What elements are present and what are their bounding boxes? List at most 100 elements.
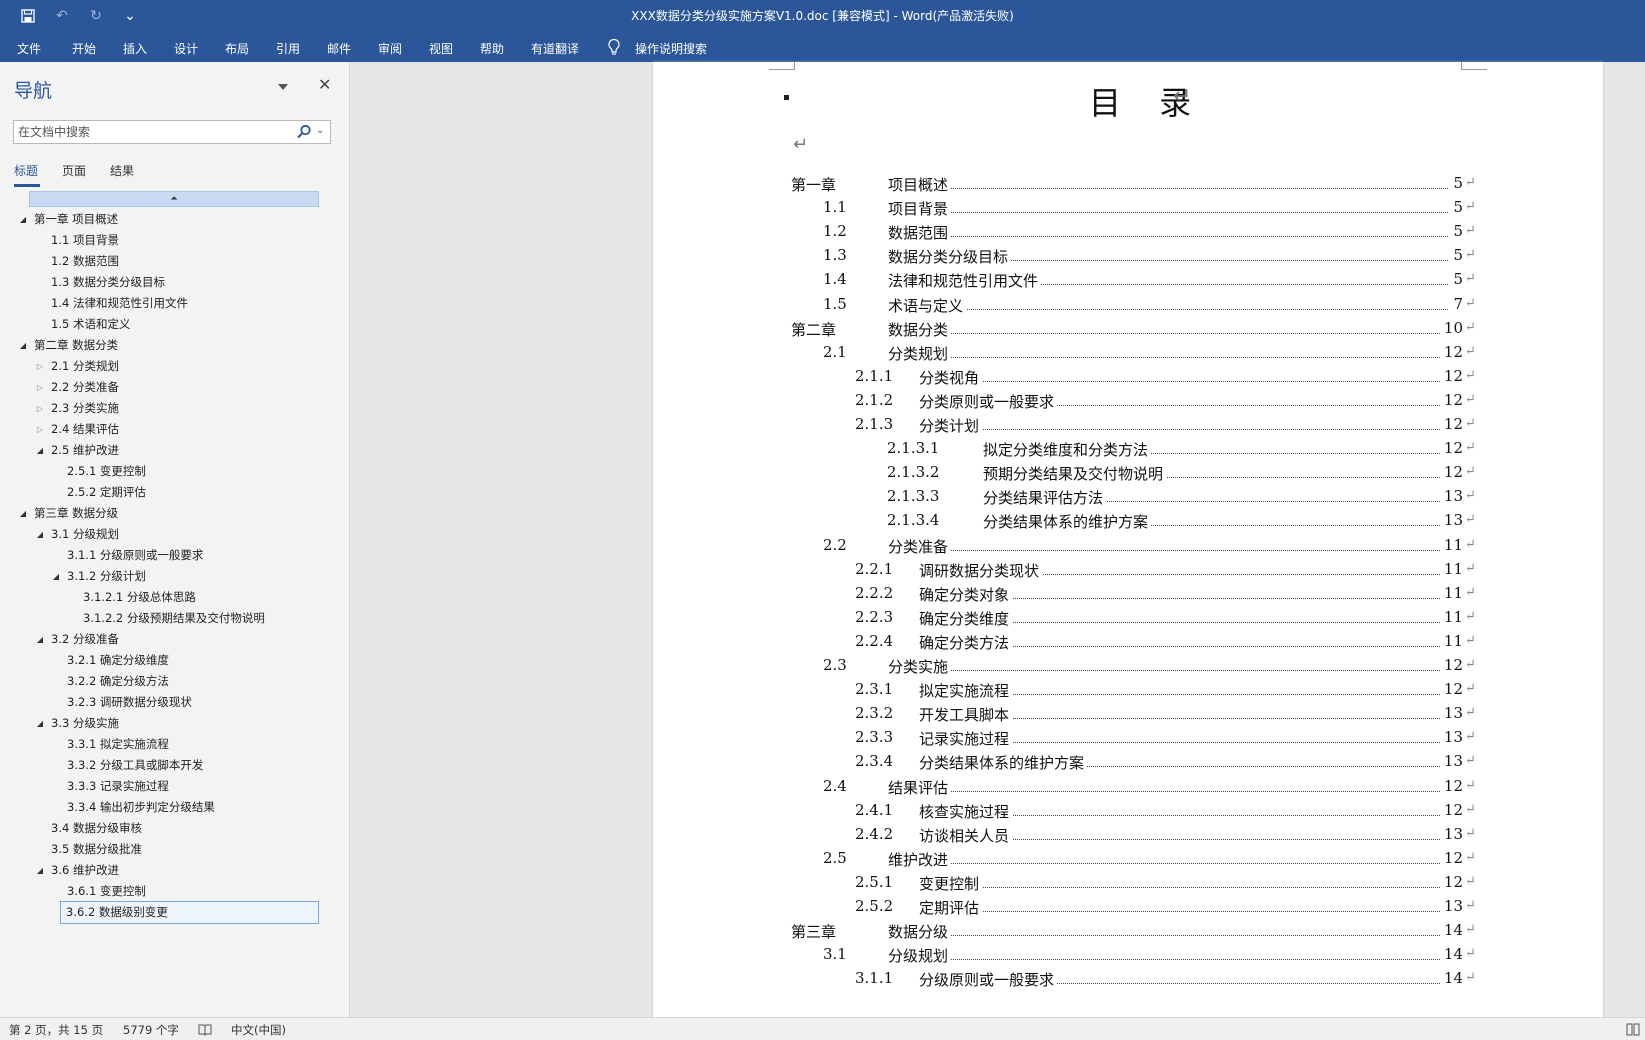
read-mode-icon[interactable]: [1626, 1023, 1640, 1036]
toc-entry[interactable]: 2.1.2 分类原则或一般要求 12 ↵: [653, 389, 1603, 414]
toc-entry[interactable]: 2.3 分类实施 12 ↵: [653, 654, 1603, 679]
toc-entry[interactable]: 3.1.1 分级原则或一般要求 14 ↵: [653, 967, 1603, 992]
nav-heading-item[interactable]: 3.3.4 输出初步判定分级结果: [0, 797, 350, 818]
nav-heading-item[interactable]: 3.6.1 变更控制: [0, 881, 350, 902]
close-icon[interactable]: ✕: [318, 75, 331, 94]
toc-entry[interactable]: 2.4 结果评估 12 ↵: [653, 775, 1603, 800]
toc-entry[interactable]: 第三章 数据分级 14 ↵: [653, 919, 1603, 944]
nav-heading-item[interactable]: ◢ 3.1 分级规划: [0, 524, 350, 545]
toc-entry[interactable]: 2.2.2 确定分类对象 11 ↵: [653, 582, 1603, 607]
nav-tab-headings[interactable]: 标题: [14, 162, 38, 179]
nav-heading-item[interactable]: 2.5.1 变更控制: [0, 461, 350, 482]
toc-entry[interactable]: 2.1.3.1 拟定分类维度和分类方法 12 ↵: [653, 437, 1603, 462]
nav-heading-item[interactable]: ◢ 3.6 维护改进: [0, 860, 350, 881]
toc-entry[interactable]: 2.1.3.3 分类结果评估方法 13 ↵: [653, 485, 1603, 510]
nav-heading-item[interactable]: 3.2.3 调研数据分级现状: [0, 692, 350, 713]
nav-heading-item[interactable]: ◢ 3.3 分级实施: [0, 713, 350, 734]
nav-heading-item[interactable]: 1.3 数据分类分级目标: [0, 272, 350, 293]
nav-heading-item[interactable]: ▷ 2.1 分类规划: [0, 356, 350, 377]
toc-entry[interactable]: 1.5 术语与定义 7 ↵: [653, 293, 1603, 318]
toc-entry[interactable]: 3.1 分级规划 14 ↵: [653, 943, 1603, 968]
tell-me-search[interactable]: 操作说明搜索: [635, 40, 707, 57]
expand-heading-icon[interactable]: ▷: [35, 419, 45, 440]
nav-tab-pages[interactable]: 页面: [62, 162, 86, 179]
toc-entry[interactable]: 2.5.1 变更控制 12 ↵: [653, 871, 1603, 896]
expand-heading-icon[interactable]: ▷: [35, 377, 45, 398]
document-area[interactable]: 目 录 ↵ ↵ 第一章 项目概述 5 ↵ 1.1 项目背景 5 ↵ 1.2 数据范围 5 ↵ 1.3 数据…: [351, 62, 1645, 1017]
toc-entry[interactable]: 2.2.1 调研数据分类现状 11 ↵: [653, 558, 1603, 583]
tab-home[interactable]: 开始: [72, 40, 96, 57]
collapse-heading-icon[interactable]: ◢: [18, 335, 28, 356]
nav-heading-item[interactable]: ◢ 3.2 分级准备: [0, 629, 350, 650]
proofing-icon[interactable]: [198, 1023, 212, 1036]
toc-entry[interactable]: 1.2 数据范围 5 ↵: [653, 220, 1603, 245]
nav-heading-item[interactable]: ◢ 第一章 项目概述: [0, 209, 350, 230]
toc-entry[interactable]: 2.3.4 分类结果体系的维护方案 13 ↵: [653, 750, 1603, 775]
collapse-heading-icon[interactable]: ◢: [18, 503, 28, 524]
nav-heading-item[interactable]: ▷ 2.3 分类实施: [0, 398, 350, 419]
toc-entry[interactable]: 第二章 数据分类 10 ↵: [653, 317, 1603, 342]
page-count[interactable]: 第 2 页，共 15 页: [9, 1022, 103, 1038]
nav-heading-item[interactable]: 3.1.1 分级原则或一般要求: [0, 545, 350, 566]
nav-heading-item[interactable]: ◢ 3.1.2 分级计划: [0, 566, 350, 587]
toc-entry[interactable]: 2.2.3 确定分类维度 11 ↵: [653, 606, 1603, 631]
toc-entry[interactable]: 2.4.2 访谈相关人员 13 ↵: [653, 823, 1603, 848]
search-icon[interactable]: [296, 124, 312, 140]
tab-layout[interactable]: 布局: [225, 40, 249, 57]
nav-heading-item[interactable]: 3.3.2 分级工具或脚本开发: [0, 755, 350, 776]
tab-review[interactable]: 审阅: [378, 40, 402, 57]
nav-heading-item[interactable]: 3.2.2 确定分级方法: [0, 671, 350, 692]
expand-heading-icon[interactable]: ▷: [35, 398, 45, 419]
toc-entry[interactable]: 2.5 维护改进 12 ↵: [653, 847, 1603, 872]
collapse-heading-icon[interactable]: ◢: [35, 524, 45, 545]
language-indicator[interactable]: 中文(中国): [231, 1022, 286, 1038]
nav-options-dropdown-icon[interactable]: [278, 84, 288, 90]
tab-youdao-translate[interactable]: 有道翻译: [531, 40, 579, 57]
nav-heading-item[interactable]: 3.5 数据分级批准: [0, 839, 350, 860]
tab-design[interactable]: 设计: [174, 40, 198, 57]
nav-heading-item[interactable]: ◢ 2.5 维护改进: [0, 440, 350, 461]
nav-heading-item[interactable]: 3.3.1 拟定实施流程: [0, 734, 350, 755]
toc-entry[interactable]: 2.1.1 分类视角 12 ↵: [653, 365, 1603, 390]
tab-help[interactable]: 帮助: [480, 40, 504, 57]
nav-heading-item[interactable]: ▷ 2.4 结果评估: [0, 419, 350, 440]
nav-heading-item[interactable]: 1.5 术语和定义: [0, 314, 350, 335]
tab-references[interactable]: 引用: [276, 40, 300, 57]
collapse-heading-icon[interactable]: ◢: [18, 209, 28, 230]
chevron-down-icon[interactable]: ⌄: [316, 125, 324, 136]
toc-entry[interactable]: 2.4.1 核查实施过程 12 ↵: [653, 799, 1603, 824]
toc-entry[interactable]: 2.5.2 定期评估 13 ↵: [653, 895, 1603, 920]
nav-heading-item[interactable]: ◢ 第二章 数据分类: [0, 335, 350, 356]
toc-entry[interactable]: 2.1.3.4 分类结果体系的维护方案 13 ↵: [653, 509, 1603, 534]
toc-entry[interactable]: 2.3.2 开发工具脚本 13 ↵: [653, 702, 1603, 727]
nav-search-input[interactable]: [14, 121, 284, 143]
nav-heading-item[interactable]: 2.5.2 定期评估: [0, 482, 350, 503]
tab-mailings[interactable]: 邮件: [327, 40, 351, 57]
toc-entry[interactable]: 1.1 项目背景 5 ↵: [653, 196, 1603, 221]
collapse-all-button[interactable]: ⏶: [29, 191, 319, 207]
toc-entry[interactable]: 2.1.3.2 预期分类结果及交付物说明 12 ↵: [653, 461, 1603, 486]
collapse-heading-icon[interactable]: ◢: [35, 713, 45, 734]
nav-heading-item[interactable]: 3.1.2.2 分级预期结果及交付物说明: [0, 608, 350, 629]
toc-entry[interactable]: 2.2.4 确定分类方法 11 ↵: [653, 630, 1603, 655]
nav-heading-item[interactable]: 3.6.2 数据级别变更: [0, 901, 350, 924]
expand-heading-icon[interactable]: ▷: [35, 356, 45, 377]
collapse-heading-icon[interactable]: ◢: [35, 860, 45, 881]
nav-heading-item[interactable]: 1.2 数据范围: [0, 251, 350, 272]
toc-entry[interactable]: 2.3.1 拟定实施流程 12 ↵: [653, 678, 1603, 703]
toc-entry[interactable]: 2.2 分类准备 11 ↵: [653, 534, 1603, 559]
nav-heading-item[interactable]: ▷ 2.2 分类准备: [0, 377, 350, 398]
tab-view[interactable]: 视图: [429, 40, 453, 57]
nav-heading-item[interactable]: 3.3.3 记录实施过程: [0, 776, 350, 797]
toc-entry[interactable]: 2.3.3 记录实施过程 13 ↵: [653, 726, 1603, 751]
collapse-heading-icon[interactable]: ◢: [35, 629, 45, 650]
tab-file[interactable]: 文件: [17, 40, 41, 57]
nav-heading-item[interactable]: 3.4 数据分级审核: [0, 818, 350, 839]
toc-entry[interactable]: 1.4 法律和规范性引用文件 5 ↵: [653, 268, 1603, 293]
toc-entry[interactable]: 1.3 数据分类分级目标 5 ↵: [653, 244, 1603, 269]
nav-heading-item[interactable]: ◢ 第三章 数据分级: [0, 503, 350, 524]
toc-entry[interactable]: 2.1 分类规划 12 ↵: [653, 341, 1603, 366]
nav-heading-item[interactable]: 1.1 项目背景: [0, 230, 350, 251]
nav-heading-item[interactable]: 3.1.2.1 分级总体思路: [0, 587, 350, 608]
nav-heading-item[interactable]: 3.2.1 确定分级维度: [0, 650, 350, 671]
